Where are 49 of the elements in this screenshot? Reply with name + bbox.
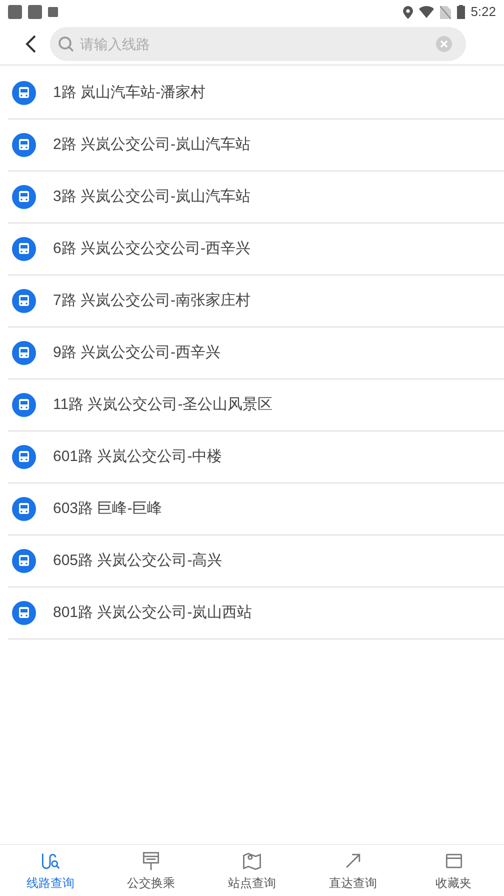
no-sim-icon <box>440 6 451 18</box>
bus-icon <box>12 289 36 313</box>
route-label: 2路 兴岚公交公司-岚山汽车站 <box>53 134 251 155</box>
nav-tab[interactable]: 收藏夹 <box>403 845 504 896</box>
route-list-item[interactable]: 9路 兴岚公交公司-西辛兴 <box>8 328 504 378</box>
route-list-item[interactable]: 11路 兴岚公交公司-圣公山风景区 <box>8 380 504 430</box>
route-label: 6路 兴岚公交公交公司-西辛兴 <box>53 238 251 259</box>
route-list-item[interactable]: 7路 兴岚公交公司-南张家庄村 <box>8 276 504 326</box>
bus-icon <box>12 81 36 105</box>
bus-icon <box>12 497 36 521</box>
bus-icon <box>12 185 36 209</box>
bus-icon <box>12 341 36 365</box>
nav-tab[interactable]: 线路查询 <box>0 845 101 896</box>
bus-icon <box>12 393 36 417</box>
notification-icon <box>28 5 42 19</box>
route-label: 603路 巨峰-巨峰 <box>53 498 162 519</box>
route-label: 7路 兴岚公交公司-南张家庄村 <box>53 290 251 311</box>
route-list-item[interactable]: 1路 岚山汽车站-潘家村 <box>8 68 504 118</box>
route-label: 9路 兴岚公交公司-西辛兴 <box>53 342 221 363</box>
wifi-icon <box>418 6 434 18</box>
status-time: 5:22 <box>470 3 496 22</box>
route-list-item[interactable]: 801路 兴岚公交公司-岚山西站 <box>8 588 504 638</box>
bus-icon <box>12 601 36 625</box>
route-label: 605路 兴岚公交公司-高兴 <box>53 550 222 571</box>
battery-icon <box>456 5 465 19</box>
route-label: 3路 兴岚公交公司-岚山汽车站 <box>53 186 251 207</box>
route-list-item[interactable]: 2路 兴岚公交公司-岚山汽车站 <box>8 120 504 170</box>
route-label: 801路 兴岚公交公司-岚山西站 <box>53 602 252 623</box>
nav-tab[interactable]: 站点查询 <box>202 845 302 896</box>
route-label: 11路 兴岚公交公司-圣公山风景区 <box>53 394 273 415</box>
route-list-item[interactable]: 3路 兴岚公交公司-岚山汽车站 <box>8 172 504 222</box>
notification-icon <box>8 5 22 19</box>
back-icon <box>25 34 37 54</box>
search-field[interactable]: 请输入线路 <box>50 27 466 61</box>
route-list-item[interactable]: 603路 巨峰-巨峰 <box>8 484 504 534</box>
route-label: 1路 岚山汽车站-潘家村 <box>53 82 206 103</box>
bus-icon <box>12 445 36 469</box>
nav-tab[interactable]: 直达查询 <box>302 845 404 896</box>
notification-icon <box>48 7 58 17</box>
bus-icon <box>12 133 36 157</box>
location-icon <box>402 6 413 18</box>
route-list-item[interactable]: 6路 兴岚公交公交公司-西辛兴 <box>8 224 504 274</box>
bus-icon <box>12 237 36 261</box>
route-list-item[interactable]: 601路 兴岚公交公司-中楼 <box>8 432 504 482</box>
route-list-item[interactable]: 605路 兴岚公交公司-高兴 <box>8 536 504 586</box>
bus-icon <box>12 549 36 573</box>
route-label: 601路 兴岚公交公司-中楼 <box>53 446 222 467</box>
nav-tab[interactable]: 公交换乘 <box>100 845 202 896</box>
search-icon <box>58 36 74 52</box>
